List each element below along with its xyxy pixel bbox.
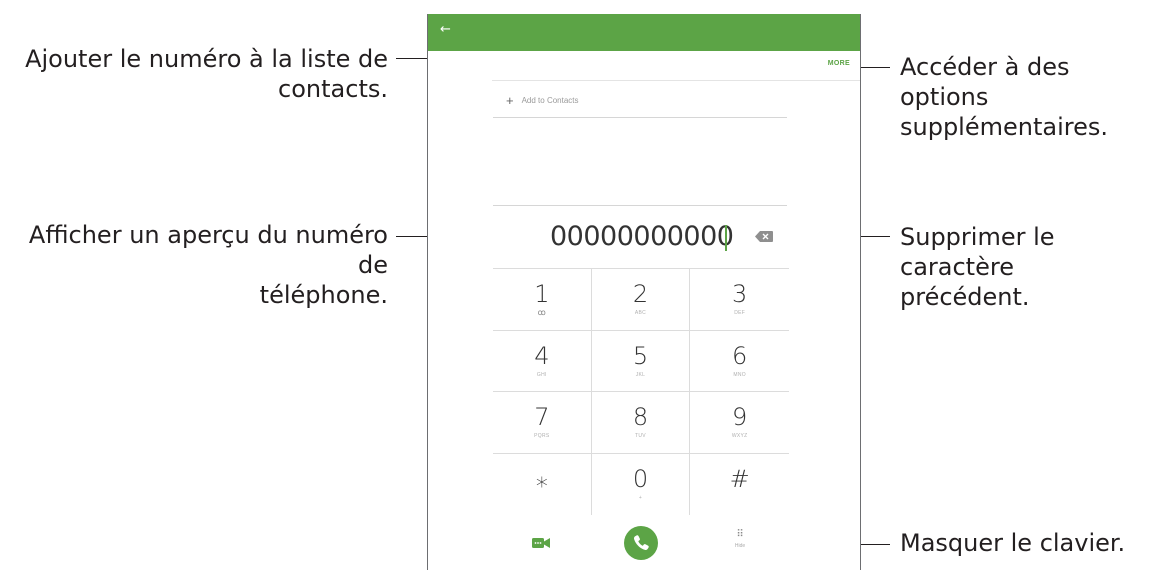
keypad-grid-icon: ⠿ [736,529,744,540]
key-digit: 6 [732,341,748,370]
key-letters: DEF [734,310,746,317]
backspace-icon[interactable] [755,231,773,242]
video-call-icon[interactable] [532,536,550,550]
callout-preview: Afficher un aperçu du numéro de téléphon… [0,220,388,310]
call-button[interactable] [624,526,658,560]
voicemail-icon: ꝏ [537,308,547,318]
key-1[interactable]: 1ꝏ [493,269,592,331]
key-hash[interactable]: # [690,454,789,516]
key-8[interactable]: 8 TUV [591,392,691,454]
key-digit: 8 [632,403,649,432]
key-digit: 9 [732,403,748,432]
key-3[interactable]: 3 DEF [690,269,789,331]
callout-hide-keypad-line1: Masquer le clavier. [900,529,1126,557]
add-to-contacts-label: Add to Contacts [521,95,579,105]
key-digit: 5 [632,341,649,370]
callout-preview-line2: téléphone. [259,281,388,309]
key-digit: 0 [632,465,649,494]
callout-more-options-line2: supplémentaires. [900,113,1108,141]
key-digit: ⁎ [535,465,548,494]
key-letters: + [638,495,643,502]
key-9[interactable]: 9 WXYZ [690,392,789,454]
callout-backspace-line2: précédent. [900,283,1030,311]
phone-dialer-screen: ← MORE + Add to Contacts 00000000000 1ꝏ … [427,14,861,570]
key-letters: TUV [635,433,646,440]
hide-keypad-button[interactable]: ⠿ Hide [728,530,752,560]
key-digit: # [729,465,750,494]
back-arrow-icon[interactable]: ← [440,20,460,40]
callout-preview-line1: Afficher un aperçu du numéro de [28,221,388,279]
phone-icon [634,535,649,550]
more-button[interactable]: MORE [828,60,850,67]
divider [493,117,787,118]
key-5[interactable]: 5 JKL [591,330,691,392]
callout-more-options-line1: Accéder à des options [900,53,1070,111]
callout-more-options: Accéder à des options supplémentaires. [900,52,1160,142]
key-digit: 4 [534,341,550,370]
plus-icon: + [506,92,514,108]
key-letters: ABC [634,310,647,317]
key-letters: MNO [733,371,746,378]
key-digit: 7 [534,403,550,432]
hide-keypad-label: Hide [734,543,746,549]
key-7[interactable]: 7 PQRS [493,392,592,454]
key-digit: 1 [534,280,550,309]
key-6[interactable]: 6 MNO [690,331,789,392]
key-letters: JKL [635,371,646,378]
key-letters: WXYZ [731,433,748,440]
text-cursor [725,225,727,251]
callout-backspace: Supprimer le caractère précédent. [900,222,1160,312]
dialer-actions: ⠿ Hide [428,524,860,564]
key-digit: 2 [632,280,649,309]
callout-add-contacts: Ajouter le numéro à la liste de contacts… [20,44,388,104]
divider [492,80,860,81]
key-0[interactable]: 0 + [592,453,691,515]
callout-add-contacts-line1: Ajouter le numéro à la liste de [25,45,388,73]
divider [493,205,787,206]
callout-backspace-line1: Supprimer le caractère [900,223,1055,281]
key-star[interactable]: ⁎ [493,453,592,515]
callout-hide-keypad: Masquer le clavier. [900,528,1125,558]
callout-add-contacts-line2: contacts. [278,75,388,103]
phone-number-display[interactable]: 00000000000 [550,220,734,254]
key-digit: 3 [732,280,748,309]
key-2[interactable]: 2 ABC [591,269,691,331]
key-letters: PQRS [534,433,550,440]
key-letters: GHI [536,371,547,378]
add-to-contacts-button[interactable]: + Add to Contacts [506,92,579,108]
app-bar: ← [428,14,860,51]
key-4[interactable]: 4 GHI [493,330,592,392]
dial-keypad: 1ꝏ 2 ABC 3 DEF 4 GHI 5 JKL 6 MNO 7 PQRS 8 TUV 9… [493,268,789,515]
